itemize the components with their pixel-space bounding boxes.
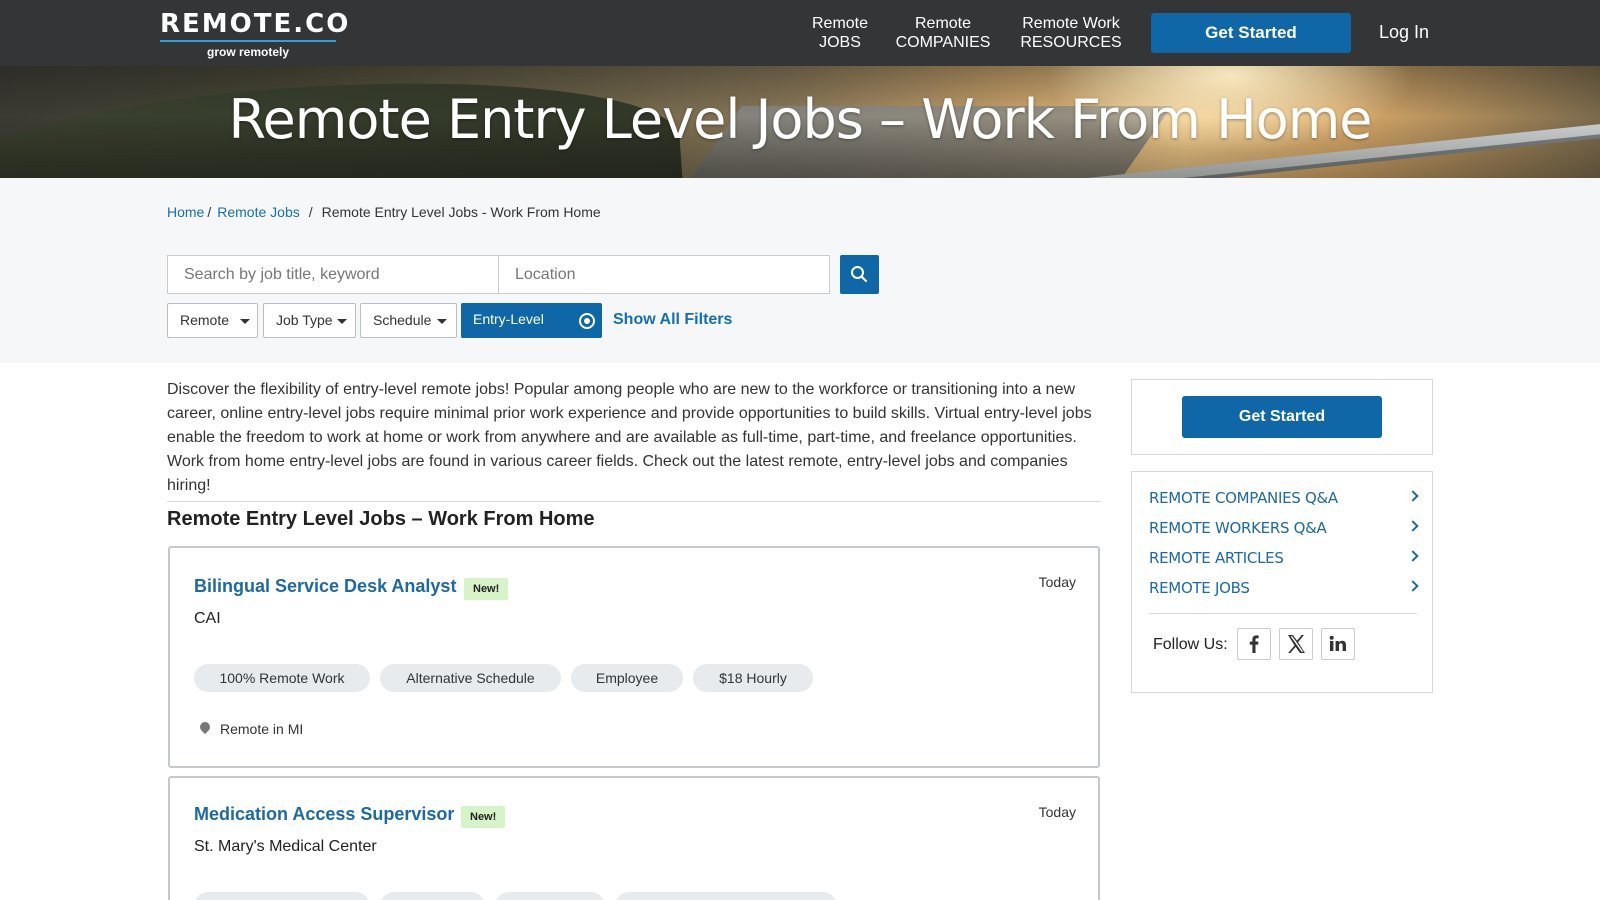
sidebar-link-remote-articles[interactable]: REMOTE ARTICLES [1149,549,1419,567]
keyword-search-input[interactable] [167,255,499,294]
nav-remote-jobs-line2: JOBS [819,34,861,51]
nav-resources-line2: RESOURCES [1020,34,1122,51]
x-glyph [1288,635,1305,653]
job-tag: Employee [571,664,683,692]
chevron-down-icon [337,319,347,324]
top-navigation: REMOTE.CO grow remotely Remote JOBS Remo… [0,0,1600,66]
sidebar-link-remote-jobs[interactable]: REMOTE JOBS [1149,579,1419,597]
logo-wordmark: REMOTE.CO [160,9,351,39]
sidebar-link-label: REMOTE WORKERS Q&A [1149,519,1327,537]
breadcrumb: Home / Remote Jobs / Remote Entry Level Jobs… [167,204,601,220]
posted-date: Today [1038,804,1076,820]
new-badge: New! [464,578,509,600]
chevron-right-icon [1407,580,1419,592]
job-location: Remote in MI [200,721,303,737]
search-button[interactable] [840,255,879,294]
nav-remote-companies-line2: COMPANIES [895,34,991,51]
chevron-down-icon [240,319,250,324]
log-in-link[interactable]: Log In [1379,22,1429,43]
job-tag [495,892,605,900]
chevron-right-icon [1407,550,1419,562]
hero-banner: Remote Entry Level Jobs – Work From Home [0,66,1600,178]
linkedin-icon[interactable] [1321,628,1355,660]
breadcrumb-separator: / [207,204,212,220]
chevron-right-icon [1407,520,1419,532]
chevron-down-icon [437,319,447,324]
sidebar-link-remote-workers-qa[interactable]: REMOTE WORKERS Q&A [1149,519,1419,537]
chevron-right-icon [1407,490,1419,502]
job-tag: $18 Hourly [693,664,813,692]
nav-remote-companies-line1: Remote [914,15,972,32]
intro-paragraph: Discover the flexibility of entry-level … [167,381,1092,494]
filter-entry-level-active[interactable]: Entry-Level [461,303,602,338]
company-name: CAI [194,610,221,627]
new-badge: New! [461,806,506,828]
sidebar-get-started-button[interactable]: Get Started [1182,396,1382,438]
nav-remote-jobs[interactable]: Remote JOBS [808,14,872,52]
search-icon [851,266,868,283]
remote-co-logo[interactable]: REMOTE.CO grow remotely [160,9,351,59]
nav-remote-work-resources[interactable]: Remote Work RESOURCES [1014,14,1128,52]
logo-tagline: grow remotely [206,45,290,59]
job-location-text: Remote in MI [220,721,304,737]
clear-filter-icon[interactable] [579,313,595,329]
filter-entry-level-label: Entry-Level [473,311,544,327]
breadcrumb-current: Remote Entry Level Jobs - Work From Home [321,204,601,220]
sidebar-link-label: REMOTE JOBS [1149,579,1250,597]
sidebar-link-remote-companies-qa[interactable]: REMOTE COMPANIES Q&A [1149,489,1419,507]
sidebar-links-box: REMOTE COMPANIES Q&A REMOTE WORKERS Q&A … [1131,471,1433,693]
breadcrumb-remote-jobs[interactable]: Remote Jobs [217,204,299,220]
filter-remote-label: Remote [180,312,230,328]
company-name: St. Mary's Medical Center [194,838,377,855]
filter-remote-dropdown[interactable]: Remote [167,303,258,338]
linkedin-glyph [1329,635,1346,651]
job-card[interactable]: Bilingual Service Desk Analyst New! Toda… [168,546,1100,768]
logo-underline [160,40,336,42]
job-tag [380,892,485,900]
facebook-icon[interactable] [1237,628,1271,660]
show-all-filters-link[interactable]: Show All Filters [613,311,732,329]
sidebar-cta-box: Get Started [1131,379,1433,455]
job-tag: Alternative Schedule [380,664,561,692]
job-title-link[interactable]: Bilingual Service Desk Analyst [194,576,456,597]
nav-resources-line1: Remote Work [1022,15,1120,32]
breadcrumb-home[interactable]: Home [167,204,204,220]
filter-job-type-label: Job Type [276,312,333,328]
filter-schedule-dropdown[interactable]: Schedule [360,303,457,338]
nav-remote-companies[interactable]: Remote COMPANIES [893,14,993,52]
posted-date: Today [1038,574,1076,590]
job-card[interactable]: Medication Access Supervisor New! Today … [168,776,1100,900]
nav-remote-jobs-line1: Remote [811,15,869,32]
page-title: Remote Entry Level Jobs – Work From Home [228,88,1372,151]
job-tag [194,892,370,900]
location-pin-icon [200,722,210,736]
get-started-button[interactable]: Get Started [1151,13,1351,53]
breadcrumb-separator: / [308,204,313,220]
filter-schedule-label: Schedule [373,312,432,328]
section-divider [167,501,1101,502]
job-tag [615,892,837,900]
x-icon[interactable] [1279,628,1313,660]
follow-us-label: Follow Us: [1153,636,1228,653]
sidebar-divider [1149,613,1417,614]
sidebar-link-label: REMOTE ARTICLES [1149,549,1284,567]
filter-job-type-dropdown[interactable]: Job Type [263,303,356,338]
job-tag: 100% Remote Work [194,664,370,692]
location-search-input[interactable] [498,255,830,294]
job-title-link[interactable]: Medication Access Supervisor [194,804,454,825]
job-list-heading: Remote Entry Level Jobs – Work From Home [167,508,595,530]
sidebar-link-label: REMOTE COMPANIES Q&A [1149,489,1338,507]
facebook-glyph [1249,635,1259,653]
